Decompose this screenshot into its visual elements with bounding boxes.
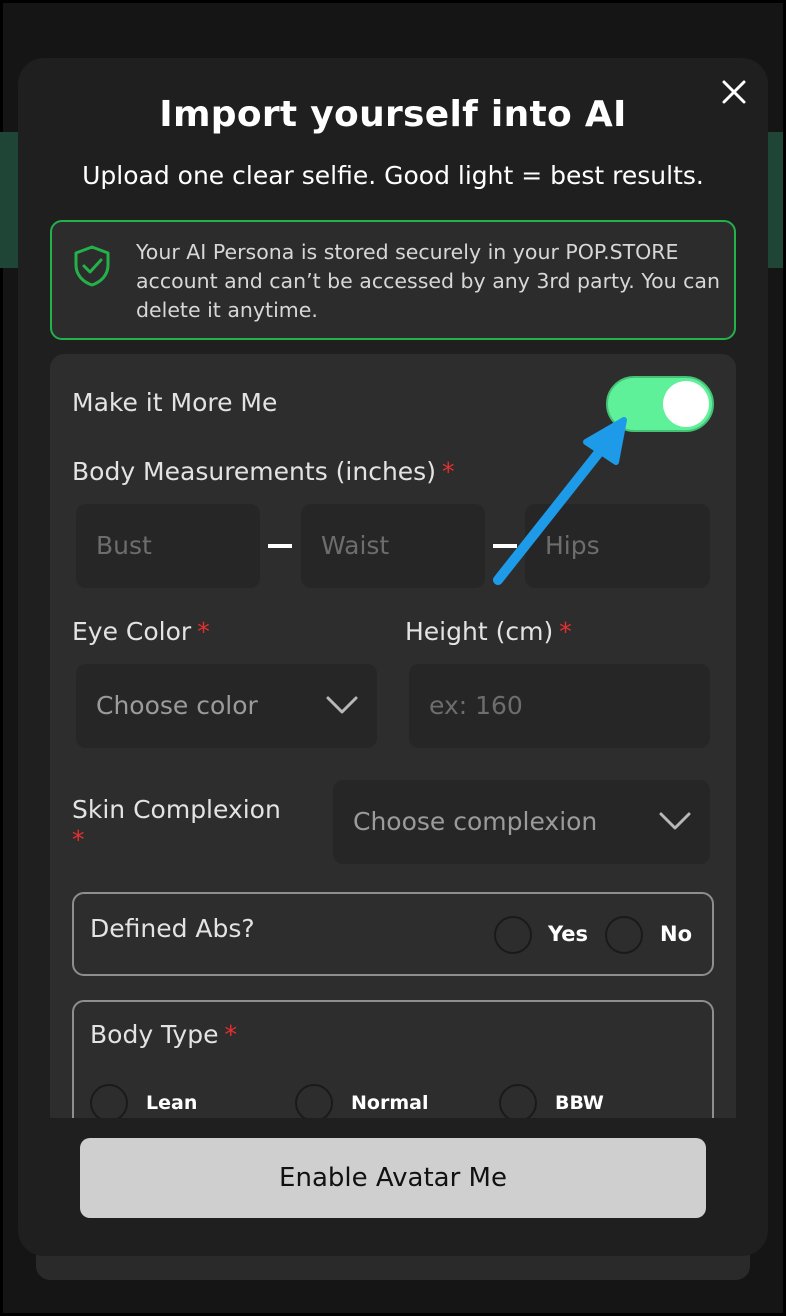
- height-input[interactable]: ex: 160: [409, 664, 710, 748]
- abs-no-radio[interactable]: [605, 916, 643, 954]
- body-measurements-label: Body Measurements (inches) *: [72, 457, 455, 486]
- skin-complexion-value: Choose complexion: [353, 807, 598, 836]
- skin-complexion-label: Skin Complexion *: [72, 795, 281, 854]
- abs-no-label: No: [660, 922, 693, 946]
- shield-check-icon: [74, 245, 110, 287]
- body-type-bbw-label: BBW: [555, 1092, 604, 1114]
- defined-abs-label: Defined Abs?: [90, 914, 255, 943]
- height-label: Height (cm) *: [405, 617, 572, 646]
- secure-notice-text: Your AI Persona is stored securely in yo…: [136, 240, 720, 322]
- body-type-lean-radio[interactable]: [90, 1084, 128, 1118]
- import-modal: Import yourself into AI Upload one clear…: [18, 58, 768, 1256]
- bust-input[interactable]: Bust: [76, 504, 260, 588]
- waist-input[interactable]: Waist: [301, 504, 485, 588]
- body-type-label: Body Type *: [90, 1020, 237, 1049]
- body-type-normal-radio[interactable]: [295, 1084, 333, 1118]
- enable-avatar-button[interactable]: Enable Avatar Me: [80, 1138, 706, 1218]
- body-type-normal-label: Normal: [351, 1092, 429, 1114]
- eye-color-select[interactable]: Choose color: [76, 664, 377, 748]
- body-type-lean-label: Lean: [146, 1092, 198, 1114]
- abs-yes-label: Yes: [548, 922, 589, 946]
- dash-separator: [268, 544, 292, 548]
- required-mark: *: [441, 457, 455, 486]
- abs-yes-radio[interactable]: [494, 916, 532, 954]
- toggle-knob: [663, 381, 709, 427]
- chevron-down-icon: [659, 812, 691, 830]
- more-me-label: Make it More Me: [72, 388, 278, 417]
- hips-input[interactable]: Hips: [525, 504, 710, 588]
- chevron-down-icon: [326, 696, 358, 714]
- body-type-bbw-radio[interactable]: [499, 1084, 537, 1118]
- skin-complexion-select[interactable]: Choose complexion: [333, 780, 710, 864]
- body-type-group: Body Type * Lean Normal BBW: [72, 1000, 714, 1118]
- modal-title: Import yourself into AI: [159, 94, 627, 135]
- defined-abs-group: Defined Abs? Yes No: [72, 892, 714, 976]
- modal-subtitle: Upload one clear selfie. Good light = be…: [82, 161, 704, 190]
- eye-color-value: Choose color: [96, 691, 258, 720]
- dash-separator: [493, 544, 517, 548]
- secure-notice: Your AI Persona is stored securely in yo…: [50, 220, 736, 340]
- eye-color-label: Eye Color *: [72, 617, 210, 646]
- form-panel: Make it More Me Body Measurements (inche…: [50, 354, 736, 1118]
- more-me-toggle[interactable]: [606, 376, 714, 432]
